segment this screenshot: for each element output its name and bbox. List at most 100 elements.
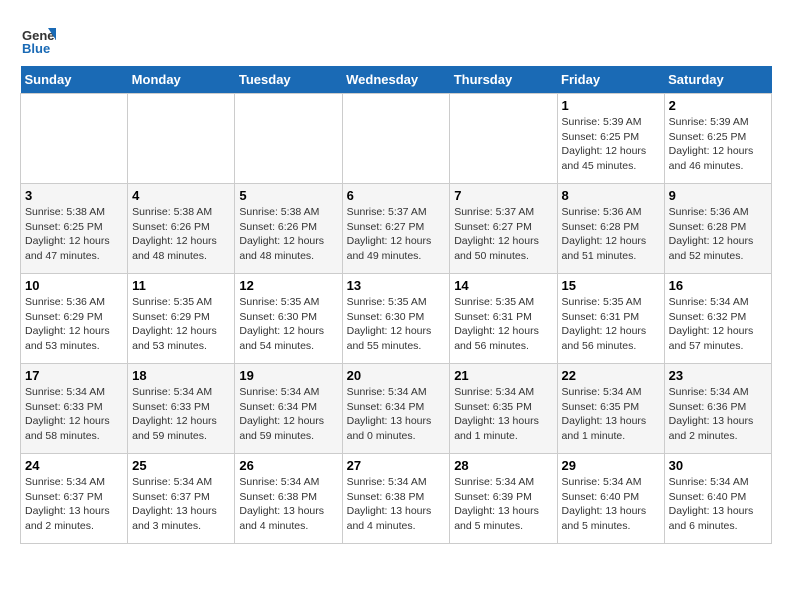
day-info: Sunrise: 5:34 AM Sunset: 6:37 PM Dayligh… — [132, 475, 230, 534]
day-info: Sunrise: 5:35 AM Sunset: 6:31 PM Dayligh… — [454, 295, 552, 354]
day-info: Sunrise: 5:34 AM Sunset: 6:36 PM Dayligh… — [669, 385, 767, 444]
day-number: 23 — [669, 368, 767, 383]
day-number: 25 — [132, 458, 230, 473]
day-info: Sunrise: 5:34 AM Sunset: 6:34 PM Dayligh… — [347, 385, 446, 444]
day-number: 22 — [562, 368, 660, 383]
calendar-cell: 28 Sunrise: 5:34 AM Sunset: 6:39 PM Dayli… — [450, 454, 557, 544]
day-number: 3 — [25, 188, 123, 203]
weekday-header-tuesday: Tuesday — [235, 66, 342, 94]
day-number: 11 — [132, 278, 230, 293]
calendar-week-row: 3 Sunrise: 5:38 AM Sunset: 6:25 PM Daylig… — [21, 184, 772, 274]
day-info: Sunrise: 5:34 AM Sunset: 6:34 PM Dayligh… — [239, 385, 337, 444]
day-info: Sunrise: 5:34 AM Sunset: 6:35 PM Dayligh… — [454, 385, 552, 444]
day-number: 17 — [25, 368, 123, 383]
calendar-cell: 30 Sunrise: 5:34 AM Sunset: 6:40 PM Dayli… — [664, 454, 771, 544]
day-info: Sunrise: 5:38 AM Sunset: 6:26 PM Dayligh… — [239, 205, 337, 264]
day-number: 10 — [25, 278, 123, 293]
day-number: 16 — [669, 278, 767, 293]
calendar-cell: 20 Sunrise: 5:34 AM Sunset: 6:34 PM Dayli… — [342, 364, 450, 454]
day-number: 13 — [347, 278, 446, 293]
calendar-week-row: 17 Sunrise: 5:34 AM Sunset: 6:33 PM Dayli… — [21, 364, 772, 454]
day-number: 1 — [562, 98, 660, 113]
calendar-cell: 21 Sunrise: 5:34 AM Sunset: 6:35 PM Dayli… — [450, 364, 557, 454]
day-info: Sunrise: 5:35 AM Sunset: 6:30 PM Dayligh… — [347, 295, 446, 354]
calendar-header-row: SundayMondayTuesdayWednesdayThursdayFrid… — [21, 66, 772, 94]
calendar-week-row: 1 Sunrise: 5:39 AM Sunset: 6:25 PM Daylig… — [21, 94, 772, 184]
calendar-cell: 17 Sunrise: 5:34 AM Sunset: 6:33 PM Dayli… — [21, 364, 128, 454]
day-info: Sunrise: 5:35 AM Sunset: 6:30 PM Dayligh… — [239, 295, 337, 354]
day-info: Sunrise: 5:36 AM Sunset: 6:28 PM Dayligh… — [562, 205, 660, 264]
day-number: 21 — [454, 368, 552, 383]
day-number: 30 — [669, 458, 767, 473]
day-info: Sunrise: 5:36 AM Sunset: 6:29 PM Dayligh… — [25, 295, 123, 354]
calendar-cell: 18 Sunrise: 5:34 AM Sunset: 6:33 PM Dayli… — [128, 364, 235, 454]
day-info: Sunrise: 5:34 AM Sunset: 6:33 PM Dayligh… — [25, 385, 123, 444]
calendar-cell: 24 Sunrise: 5:34 AM Sunset: 6:37 PM Dayli… — [21, 454, 128, 544]
day-info: Sunrise: 5:34 AM Sunset: 6:40 PM Dayligh… — [562, 475, 660, 534]
calendar-cell: 16 Sunrise: 5:34 AM Sunset: 6:32 PM Dayli… — [664, 274, 771, 364]
calendar-cell: 19 Sunrise: 5:34 AM Sunset: 6:34 PM Dayli… — [235, 364, 342, 454]
calendar-cell: 9 Sunrise: 5:36 AM Sunset: 6:28 PM Daylig… — [664, 184, 771, 274]
day-info: Sunrise: 5:34 AM Sunset: 6:33 PM Dayligh… — [132, 385, 230, 444]
day-number: 20 — [347, 368, 446, 383]
day-number: 6 — [347, 188, 446, 203]
day-info: Sunrise: 5:38 AM Sunset: 6:26 PM Dayligh… — [132, 205, 230, 264]
calendar-cell: 22 Sunrise: 5:34 AM Sunset: 6:35 PM Dayli… — [557, 364, 664, 454]
calendar-cell — [450, 94, 557, 184]
page-header: General Blue — [20, 20, 772, 56]
logo-icon: General Blue — [20, 20, 56, 56]
day-info: Sunrise: 5:34 AM Sunset: 6:40 PM Dayligh… — [669, 475, 767, 534]
svg-text:Blue: Blue — [22, 41, 50, 56]
calendar-cell — [342, 94, 450, 184]
logo: General Blue — [20, 20, 60, 56]
day-info: Sunrise: 5:34 AM Sunset: 6:32 PM Dayligh… — [669, 295, 767, 354]
day-number: 15 — [562, 278, 660, 293]
calendar-cell: 11 Sunrise: 5:35 AM Sunset: 6:29 PM Dayli… — [128, 274, 235, 364]
calendar-cell: 15Sunrise: 5:35 AM Sunset: 6:31 PM Dayli… — [557, 274, 664, 364]
day-info: Sunrise: 5:34 AM Sunset: 6:39 PM Dayligh… — [454, 475, 552, 534]
calendar-cell: 4Sunrise: 5:38 AM Sunset: 6:26 PM Daylig… — [128, 184, 235, 274]
calendar-cell — [21, 94, 128, 184]
calendar-table: SundayMondayTuesdayWednesdayThursdayFrid… — [20, 66, 772, 544]
day-info: Sunrise: 5:34 AM Sunset: 6:38 PM Dayligh… — [239, 475, 337, 534]
day-info: Sunrise: 5:36 AM Sunset: 6:28 PM Dayligh… — [669, 205, 767, 264]
day-number: 29 — [562, 458, 660, 473]
calendar-cell: 5 Sunrise: 5:38 AM Sunset: 6:26 PM Daylig… — [235, 184, 342, 274]
day-number: 27 — [347, 458, 446, 473]
calendar-cell: 12Sunrise: 5:35 AM Sunset: 6:30 PM Dayli… — [235, 274, 342, 364]
calendar-cell: 29 Sunrise: 5:34 AM Sunset: 6:40 PM Dayli… — [557, 454, 664, 544]
weekday-header-sunday: Sunday — [21, 66, 128, 94]
day-number: 26 — [239, 458, 337, 473]
day-number: 18 — [132, 368, 230, 383]
day-number: 8 — [562, 188, 660, 203]
day-info: Sunrise: 5:38 AM Sunset: 6:25 PM Dayligh… — [25, 205, 123, 264]
day-number: 5 — [239, 188, 337, 203]
calendar-cell: 3 Sunrise: 5:38 AM Sunset: 6:25 PM Daylig… — [21, 184, 128, 274]
calendar-cell: 26 Sunrise: 5:34 AM Sunset: 6:38 PM Dayli… — [235, 454, 342, 544]
day-number: 7 — [454, 188, 552, 203]
day-info: Sunrise: 5:35 AM Sunset: 6:29 PM Dayligh… — [132, 295, 230, 354]
calendar-cell: 8 Sunrise: 5:36 AM Sunset: 6:28 PM Daylig… — [557, 184, 664, 274]
day-number: 2 — [669, 98, 767, 113]
calendar-cell — [235, 94, 342, 184]
calendar-cell: 10 Sunrise: 5:36 AM Sunset: 6:29 PM Dayli… — [21, 274, 128, 364]
weekday-header-wednesday: Wednesday — [342, 66, 450, 94]
day-info: Sunrise: 5:34 AM Sunset: 6:38 PM Dayligh… — [347, 475, 446, 534]
day-number: 14 — [454, 278, 552, 293]
day-info: Sunrise: 5:37 AM Sunset: 6:27 PM Dayligh… — [347, 205, 446, 264]
calendar-cell — [128, 94, 235, 184]
day-number: 24 — [25, 458, 123, 473]
day-info: Sunrise: 5:34 AM Sunset: 6:35 PM Dayligh… — [562, 385, 660, 444]
day-info: Sunrise: 5:34 AM Sunset: 6:37 PM Dayligh… — [25, 475, 123, 534]
calendar-cell: 2 Sunrise: 5:39 AM Sunset: 6:25 PM Daylig… — [664, 94, 771, 184]
calendar-cell: 1 Sunrise: 5:39 AM Sunset: 6:25 PM Daylig… — [557, 94, 664, 184]
day-number: 28 — [454, 458, 552, 473]
calendar-cell: 13 Sunrise: 5:35 AM Sunset: 6:30 PM Dayli… — [342, 274, 450, 364]
calendar-cell: 14 Sunrise: 5:35 AM Sunset: 6:31 PM Dayli… — [450, 274, 557, 364]
day-number: 19 — [239, 368, 337, 383]
day-number: 9 — [669, 188, 767, 203]
weekday-header-monday: Monday — [128, 66, 235, 94]
day-info: Sunrise: 5:39 AM Sunset: 6:25 PM Dayligh… — [669, 115, 767, 174]
calendar-cell: 25 Sunrise: 5:34 AM Sunset: 6:37 PM Dayli… — [128, 454, 235, 544]
day-info: Sunrise: 5:39 AM Sunset: 6:25 PM Dayligh… — [562, 115, 660, 174]
